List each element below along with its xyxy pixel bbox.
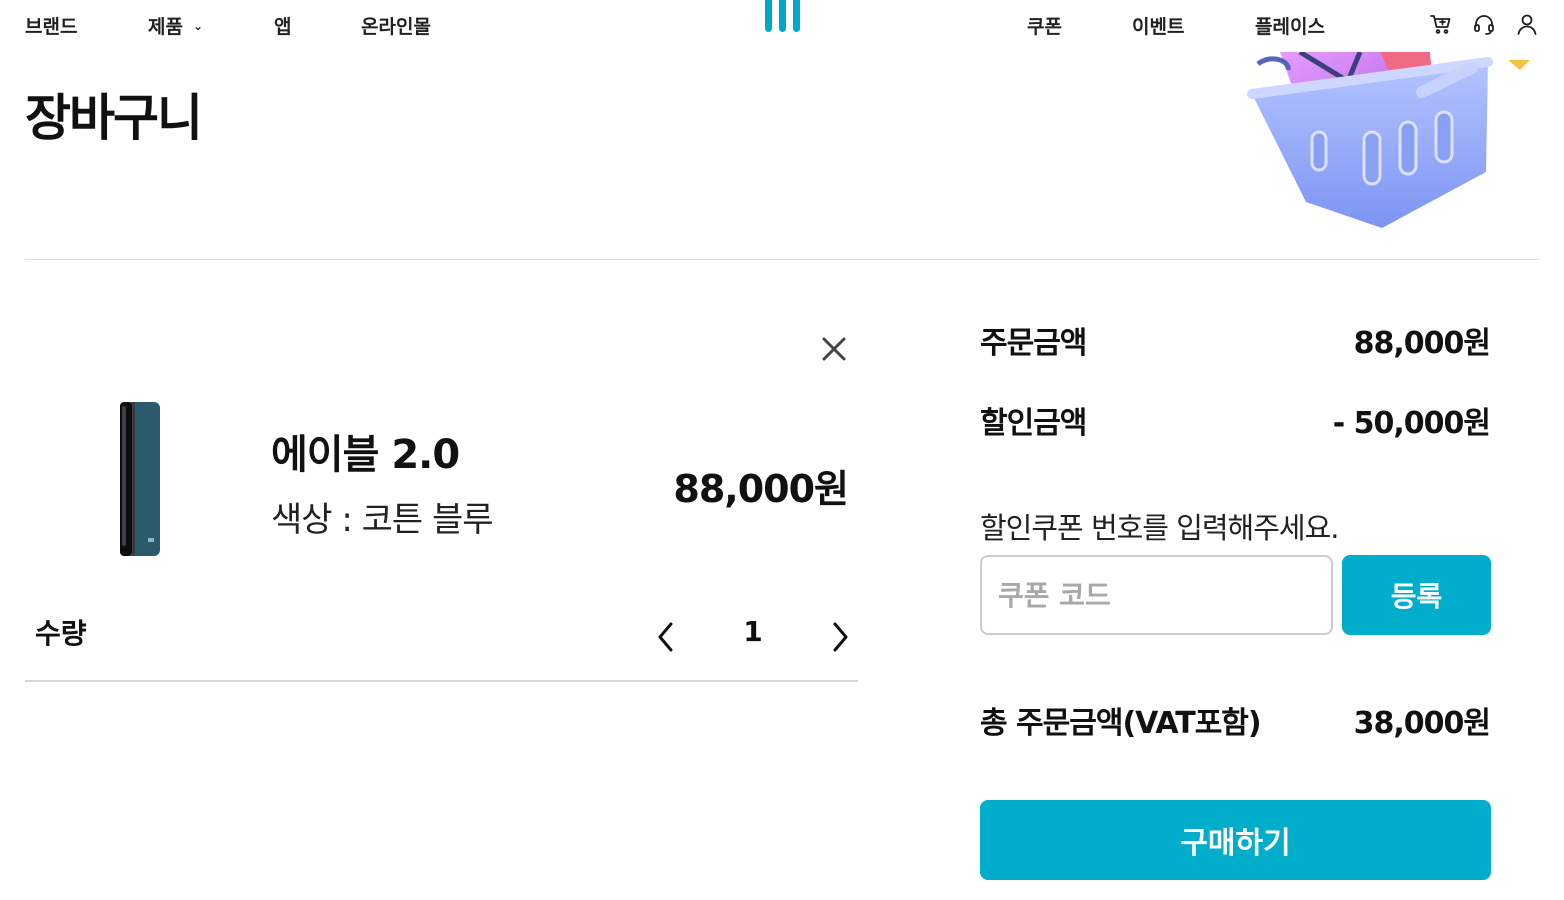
discount-amount-label: 할인금액 <box>980 406 1087 441</box>
nav-item-label: 쿠폰 <box>1027 16 1062 38</box>
close-icon <box>822 337 846 361</box>
quantity-label: 수량 <box>35 617 87 650</box>
quantity-value: 1 <box>743 615 763 648</box>
quantity-increase-button[interactable] <box>826 620 854 654</box>
product-price: 88,000원 <box>673 467 849 511</box>
chevron-left-icon <box>658 622 673 652</box>
user-icon[interactable] <box>1516 13 1538 35</box>
remove-item-button[interactable] <box>818 333 850 365</box>
logo-bar <box>765 0 772 32</box>
cart-icon[interactable] <box>1430 13 1452 35</box>
nav-item-label: 이벤트 <box>1132 16 1185 38</box>
coupon-code-input[interactable] <box>980 555 1333 635</box>
nav-item-coupon[interactable]: 쿠폰 <box>1027 12 1062 39</box>
discount-amount-value: - 50,000원 <box>1332 406 1491 441</box>
nav-item-app[interactable]: 앱 <box>274 12 291 39</box>
product-image <box>108 398 164 558</box>
order-amount-label: 주문금액 <box>980 326 1087 361</box>
purchase-button[interactable]: 구매하기 <box>980 800 1491 880</box>
nav-item-event[interactable]: 이벤트 <box>1132 12 1184 39</box>
product-name: 에이블 2.0 <box>271 432 460 478</box>
nav-item-brand[interactable]: 브랜드 <box>25 12 77 39</box>
nav-item-label: 플레이스 <box>1255 16 1325 38</box>
coupon-register-button[interactable]: 등록 <box>1342 555 1491 635</box>
chevron-down-icon: ⌄ <box>192 19 204 33</box>
nav-item-label: 앱 <box>274 16 292 38</box>
nav-item-online-mall[interactable]: 온라인몰 <box>361 12 431 39</box>
logo-bar <box>793 0 800 32</box>
logo-bar <box>779 0 786 32</box>
nav-item-products[interactable]: 제품 ⌄ <box>148 12 203 39</box>
item-divider <box>25 680 858 682</box>
nav-item-label: 온라인몰 <box>361 16 431 38</box>
nav-item-label: 제품 <box>148 16 183 38</box>
header-divider <box>25 259 1540 260</box>
top-nav: 브랜드 제품 ⌄ 앱 온라인몰 쿠폰 이벤트 플레이스 <box>0 0 1564 52</box>
product-option: 색상 : 코튼 블루 <box>271 500 494 540</box>
quantity-decrease-button[interactable] <box>652 620 680 654</box>
nav-item-place[interactable]: 플레이스 <box>1255 12 1325 39</box>
coupon-prompt: 할인쿠폰 번호를 입력해주세요. <box>980 511 1339 545</box>
brand-logo[interactable] <box>765 0 801 34</box>
order-amount-value: 88,000원 <box>1353 326 1491 361</box>
total-amount-label: 총 주문금액(VAT포함) <box>980 706 1262 741</box>
nav-item-label: 브랜드 <box>25 16 78 38</box>
total-amount-value: 38,000원 <box>1353 706 1491 741</box>
shopping-basket-illustration <box>1240 49 1540 237</box>
chevron-right-icon <box>833 622 848 652</box>
headset-icon[interactable] <box>1473 13 1495 35</box>
page-title: 장바구니 <box>25 89 203 147</box>
